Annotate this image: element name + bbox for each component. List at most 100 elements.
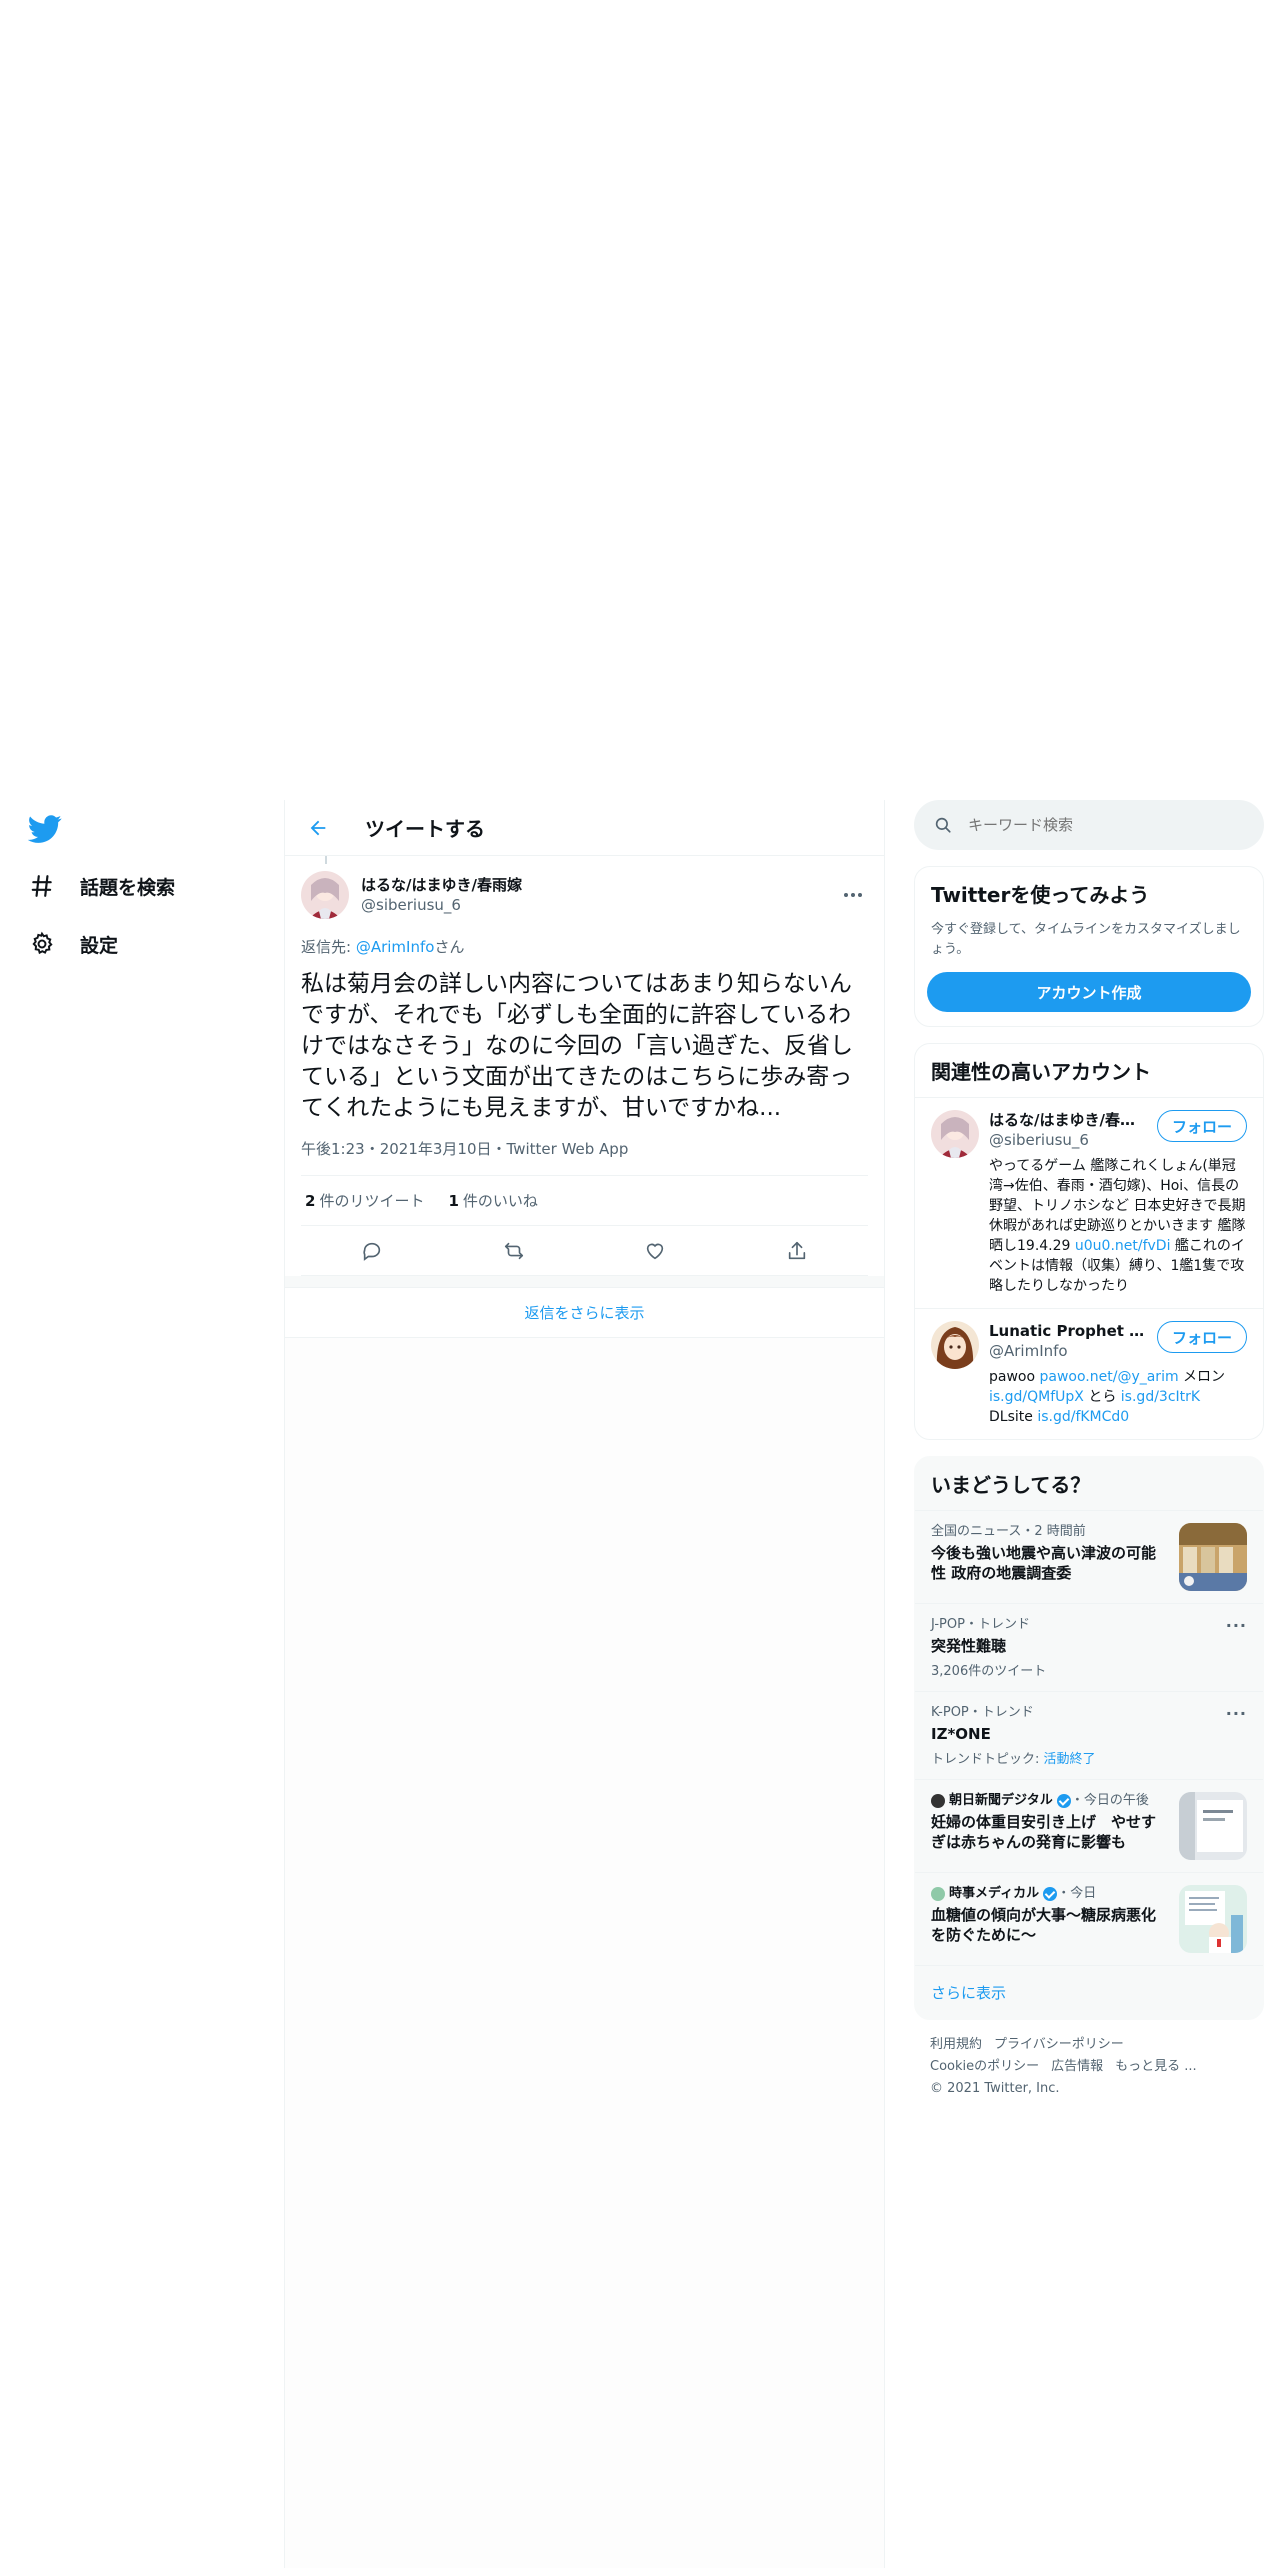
tweet-source-link[interactable]: Twitter Web App (507, 1140, 629, 1158)
create-account-button[interactable]: アカウント作成 (927, 972, 1251, 1012)
trend-title: 突発性難聴 (931, 1637, 1007, 1655)
tweet-time-link[interactable]: 午後1:23 (301, 1140, 365, 1158)
account-handle[interactable]: @ArimInfo (989, 1341, 1149, 1361)
news-source-icon (931, 1886, 945, 1901)
divider (285, 1276, 884, 1288)
verified-icon (1043, 1886, 1058, 1901)
nav-explore-label: 話題を検索 (80, 876, 176, 899)
follow-button[interactable]: フォロー (1156, 1110, 1247, 1142)
avatar[interactable] (931, 1110, 979, 1158)
reply-suffix: さん (434, 938, 465, 956)
signup-subtitle: 今すぐ登録して、タイムラインをカスタマイズしましょう。 (931, 922, 1241, 957)
tweet-detail: はるな/はまゆき/春雨嫁 @siberiusu_6 返信先: @ArimInfo… (285, 856, 884, 1276)
bio-link[interactable]: pawoo.net/@y_arim (1040, 1369, 1179, 1385)
nav-explore[interactable]: 話題を検索 (28, 866, 175, 906)
trend-item[interactable]: K-POP・トレンド IZ*ONE トレンドトピック: 活動終了 ··· (915, 1691, 1263, 1779)
related-title: 関連性の高いアカウント (931, 1060, 1151, 1084)
tweet-date-link[interactable]: 2021年3月10日 (380, 1140, 492, 1158)
like-count: 1 (448, 1192, 459, 1210)
avatar[interactable] (301, 871, 349, 919)
trend-item[interactable]: 全国のニュース・2 時間前 今後も強い地震や高い津波の可能性 政府の地震調査委 (915, 1510, 1263, 1603)
tweet-text: 私は菊月会の詳しい内容についてはあまり知らないんですが、それでも「必ずしも全面的… (301, 971, 853, 1121)
more-options-icon[interactable]: ··· (1226, 1704, 1247, 1767)
arrow-left-icon (310, 820, 326, 835)
trend-meta: J-POP・トレンド (931, 1617, 1030, 1632)
trends-show-more-link[interactable]: さらに表示 (915, 1965, 1263, 2019)
bio-link[interactable]: is.gd/3cItrK (1121, 1389, 1200, 1405)
tweet-meta: 午後1:23・2021年3月10日・Twitter Web App (301, 1138, 868, 1176)
retweet-count: 2 (305, 1192, 316, 1210)
trend-title: 血糖値の傾向が大事～糖尿病悪化を防ぐために～ (931, 1906, 1157, 1944)
related-accounts-panel: 関連性の高いアカウント はるな/はまゆき/春雨嫁 @siberiusu_6 フォ… (914, 1043, 1264, 1440)
footer-privacy-link[interactable]: プライバシーポリシー (994, 2037, 1124, 2052)
trend-thumbnail (1179, 1792, 1247, 1860)
follow-button[interactable]: フォロー (1156, 1321, 1247, 1353)
footer-terms-link[interactable]: 利用規約 (930, 2037, 982, 2052)
main-column: ツイートする はるな/はまゆき/春雨嫁 @siberiusu_6 返信先: @A… (284, 800, 885, 2568)
trend-meta: K-POP・トレンド (931, 1705, 1034, 1720)
twitter-logo-icon[interactable] (27, 812, 64, 848)
trend-item[interactable]: 時事メディカル ・今日 血糖値の傾向が大事～糖尿病悪化を防ぐために～ (915, 1872, 1263, 1965)
bio-link[interactable]: is.gd/fKMCd0 (1037, 1409, 1129, 1425)
more-options-icon[interactable]: ··· (1226, 1616, 1247, 1679)
thread-line (325, 856, 327, 864)
trend-title: 今後も強い地震や高い津波の可能性 政府の地震調査委 (931, 1544, 1157, 1582)
news-source-name: 朝日新聞デジタル (949, 1793, 1053, 1808)
share-icon[interactable] (777, 1231, 817, 1271)
age-badge-icon: 18 (1129, 1323, 1146, 1340)
like-label: 件のいいね (462, 1192, 538, 1210)
trend-meta: 全国のニュース・2 時間前 (931, 1524, 1086, 1539)
search-icon (935, 817, 951, 833)
gear-icon (28, 930, 56, 958)
tweet-actions (301, 1226, 868, 1276)
account-card[interactable]: はるな/はまゆき/春雨嫁 @siberiusu_6 フォロー やってるゲーム 艦… (915, 1097, 1263, 1308)
footer-ads-link[interactable]: 広告情報 (1051, 2059, 1103, 2074)
trend-title: 妊婦の体重目安引き上げ やせすぎは赤ちゃんの発育に影響も (931, 1813, 1157, 1851)
bio-text: pawoo (989, 1369, 1040, 1385)
user-handle[interactable]: @siberiusu_6 (361, 895, 522, 915)
account-bio: やってるゲーム 艦隊これくしょん(単冠湾→佐伯、春雨・酒匂嫁)、Hoi、信長の野… (989, 1156, 1247, 1296)
trend-item[interactable]: 朝日新聞デジタル ・今日の午後 妊婦の体重目安引き上げ やせすぎは赤ちゃんの発育… (915, 1779, 1263, 1872)
retweet-stat[interactable]: 2 件のリツイート (305, 1190, 424, 1211)
retweet-label: 件のリツイート (319, 1192, 425, 1210)
news-time: ・今日 (1057, 1886, 1097, 1901)
bio-link[interactable]: is.gd/QMfUpX (989, 1389, 1084, 1405)
reply-icon[interactable] (352, 1231, 392, 1271)
search-input[interactable] (968, 816, 1218, 834)
trend-thumbnail (1179, 1885, 1247, 1953)
footer-more-link[interactable]: もっと見る ... (1115, 2059, 1197, 2074)
reply-mention-link[interactable]: @ArimInfo (356, 938, 435, 956)
nav-settings[interactable]: 設定 (28, 924, 118, 964)
trend-topic-prefix: トレンドトピック: (931, 1752, 1044, 1767)
avatar[interactable] (931, 1321, 979, 1369)
news-time: ・今日の午後 (1070, 1793, 1149, 1808)
more-options-icon[interactable] (838, 880, 868, 910)
meta-separator: ・ (364, 1140, 380, 1158)
nav-settings-label: 設定 (80, 934, 119, 957)
search-bar[interactable] (914, 800, 1264, 850)
account-handle[interactable]: @siberiusu_6 (989, 1130, 1149, 1150)
footer-cookie-link[interactable]: Cookieのポリシー (930, 2059, 1039, 2074)
page-title: ツイートする (365, 817, 485, 841)
signup-panel: Twitterを使ってみよう 今すぐ登録して、タイムラインをカスタマイズしましょ… (914, 866, 1264, 1027)
account-name[interactable]: Lunatic Prophet (989, 1322, 1124, 1340)
like-icon[interactable] (635, 1231, 675, 1271)
like-stat[interactable]: 1 件のいいね (448, 1190, 537, 1211)
reply-context: 返信先: @ArimInfoさん (301, 936, 868, 957)
trends-title: いまどうしてる？ (931, 1473, 1091, 1497)
account-card[interactable]: Lunatic Prophet 18 … @ArimInfo フォロー pawo… (915, 1308, 1263, 1439)
trend-topic-link[interactable]: 活動終了 (1044, 1752, 1096, 1767)
back-button[interactable] (301, 811, 335, 845)
retweet-icon[interactable] (494, 1231, 534, 1271)
account-name[interactable]: はるな/はまゆき/春雨嫁 (989, 1110, 1149, 1130)
show-more-replies-button[interactable]: 返信をさらに表示 (285, 1288, 884, 1338)
bio-text: メロン (1178, 1369, 1226, 1385)
tweet-stats: 2 件のリツイート 1 件のいいね (301, 1176, 868, 1226)
display-name[interactable]: はるな/はまゆき/春雨嫁 (361, 875, 522, 895)
footer: 利用規約 プライバシーポリシー Cookieのポリシー 広告情報 もっと見る ... … (914, 2020, 1264, 2114)
trend-title: IZ*ONE (931, 1725, 991, 1743)
trend-thumbnail (1179, 1523, 1247, 1591)
bio-link[interactable]: u0u0.net/fvDi (1075, 1238, 1171, 1254)
trend-item[interactable]: J-POP・トレンド 突発性難聴 3,206件のツイート ··· (915, 1603, 1263, 1691)
right-sidebar: Twitterを使ってみよう 今すぐ登録して、タイムラインをカスタマイズしましょ… (914, 800, 1264, 2114)
